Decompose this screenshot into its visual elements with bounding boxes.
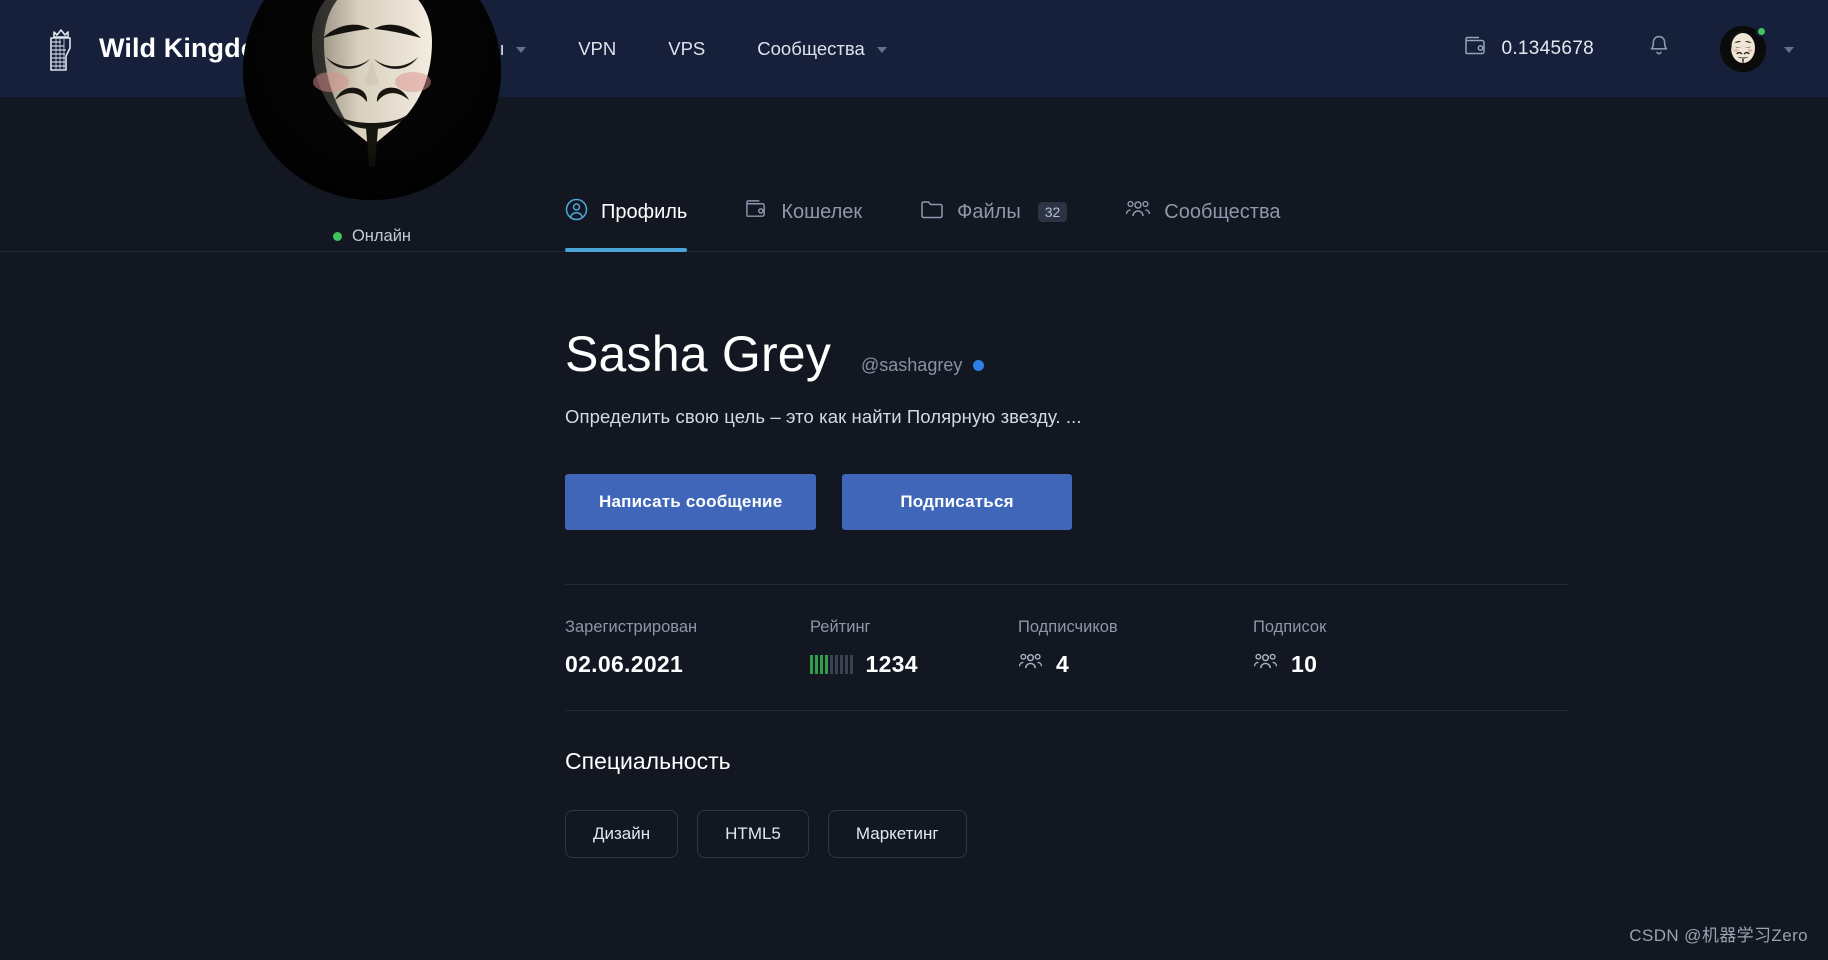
user-handle: @sashagrey [861, 355, 985, 376]
stat-value: 02.06.2021 [565, 651, 684, 677]
tab-label: Кошелек [781, 200, 863, 223]
status-dot-online [1756, 25, 1767, 37]
group-icon [1018, 651, 1043, 678]
tab-label: Сообщества [1164, 200, 1281, 223]
profile-avatar-block: Онлайн [243, 0, 501, 246]
stat-label: Подписок [1253, 618, 1327, 636]
tab-label: Профиль [601, 200, 688, 223]
tab-files[interactable]: Файлы 32 [920, 173, 1068, 251]
chevron-down-icon [516, 46, 527, 53]
stat-label: Рейтинг [810, 618, 871, 636]
identity-row: Sasha Grey @sashagrey [565, 329, 1768, 379]
profile-page: Wild Kingdom Файлы VPN VPS Сообщества [0, 0, 1828, 960]
online-status: Онлайн [243, 227, 501, 246]
files-count-badge: 32 [1037, 202, 1068, 222]
stat-value: 10 [1291, 651, 1318, 677]
account-menu-button[interactable] [1702, 25, 1800, 72]
group-icon [1253, 651, 1278, 678]
user-circle-icon [565, 198, 588, 227]
specialty-section-title: Специальность [565, 748, 731, 774]
page-title: Sasha Grey [565, 326, 832, 382]
nav-item-vpn[interactable]: VPN [552, 0, 642, 97]
bell-icon [1648, 34, 1670, 63]
watermark: CSDN @机器学习Zero [1629, 926, 1808, 945]
specialty-tag[interactable]: Дизайн [565, 810, 679, 858]
follow-button[interactable]: Подписаться [842, 474, 1072, 530]
guy-fawkes-mask-avatar[interactable] [243, 0, 501, 200]
profile-actions: Написать сообщение Подписаться [565, 474, 1768, 530]
avatar [1720, 25, 1767, 72]
header-right-controls: 0.1345678 [1442, 25, 1800, 72]
notifications-button[interactable] [1616, 34, 1702, 63]
wallet-balance-button[interactable]: 0.1345678 [1442, 35, 1616, 62]
stat-value: 4 [1056, 651, 1070, 677]
online-status-label: Онлайн [351, 227, 412, 245]
wallet-icon [1464, 35, 1488, 62]
profile-stats: Зарегистрирован 02.06.2021 Рейтинг 1234 … [565, 585, 1568, 710]
nav-item-label: Сообщества [757, 38, 865, 59]
folder-icon [920, 199, 944, 226]
wallet-balance-value: 0.1345678 [1501, 37, 1594, 59]
wallet-icon [745, 198, 768, 226]
stat-rating: Рейтинг 1234 [810, 618, 1018, 678]
nav-item-communities[interactable]: Сообщества [731, 0, 912, 97]
status-dot-online [332, 232, 342, 241]
verified-badge-icon [973, 360, 985, 371]
nav-item-label: VPS [668, 38, 706, 59]
chevron-down-icon [876, 46, 887, 53]
crowned-lion-head-logo [40, 26, 82, 72]
tab-profile[interactable]: Профиль [565, 173, 688, 252]
chevron-down-icon [1784, 46, 1794, 53]
tab-label: Файлы [957, 200, 1021, 223]
divider-bottom [565, 710, 1568, 711]
profile-sidebar: Онлайн [0, 0, 565, 858]
stat-registered: Зарегистрирован 02.06.2021 [565, 618, 810, 678]
stat-followers: Подписчиков 4 [1018, 618, 1253, 678]
nav-item-vps[interactable]: VPS [642, 0, 731, 97]
stat-value-wrap: 10 [1253, 651, 1326, 678]
send-message-button[interactable]: Написать сообщение [565, 474, 817, 530]
tab-communities[interactable]: Сообщества [1125, 173, 1280, 251]
profile-details: Sasha Grey @sashagrey Определить свою це… [565, 252, 1828, 858]
profile-bio: Определить свою цель – это как найти Пол… [565, 406, 1082, 427]
profile-body: Онлайн Sasha Grey @sashagrey Определить … [0, 0, 1828, 858]
specialty-tag[interactable]: Маркетинг [827, 810, 967, 858]
stat-value-wrap: 1234 [810, 651, 1018, 678]
user-handle-text: @sashagrey [861, 355, 963, 375]
rating-bar-meter [810, 655, 853, 674]
stat-value: 1234 [865, 651, 918, 677]
specialty-tag[interactable]: HTML5 [697, 810, 809, 858]
specialty-tags: Дизайн HTML5 Маркетинг [565, 810, 1768, 858]
tab-wallet[interactable]: Кошелек [745, 173, 862, 251]
nav-item-label: VPN [578, 38, 617, 59]
stat-label: Зарегистрирован [565, 618, 698, 636]
stat-label: Подписчиков [1018, 618, 1118, 636]
stat-following: Подписок 10 [1253, 618, 1326, 678]
group-icon [1125, 198, 1151, 226]
stat-value-wrap: 4 [1018, 651, 1253, 678]
